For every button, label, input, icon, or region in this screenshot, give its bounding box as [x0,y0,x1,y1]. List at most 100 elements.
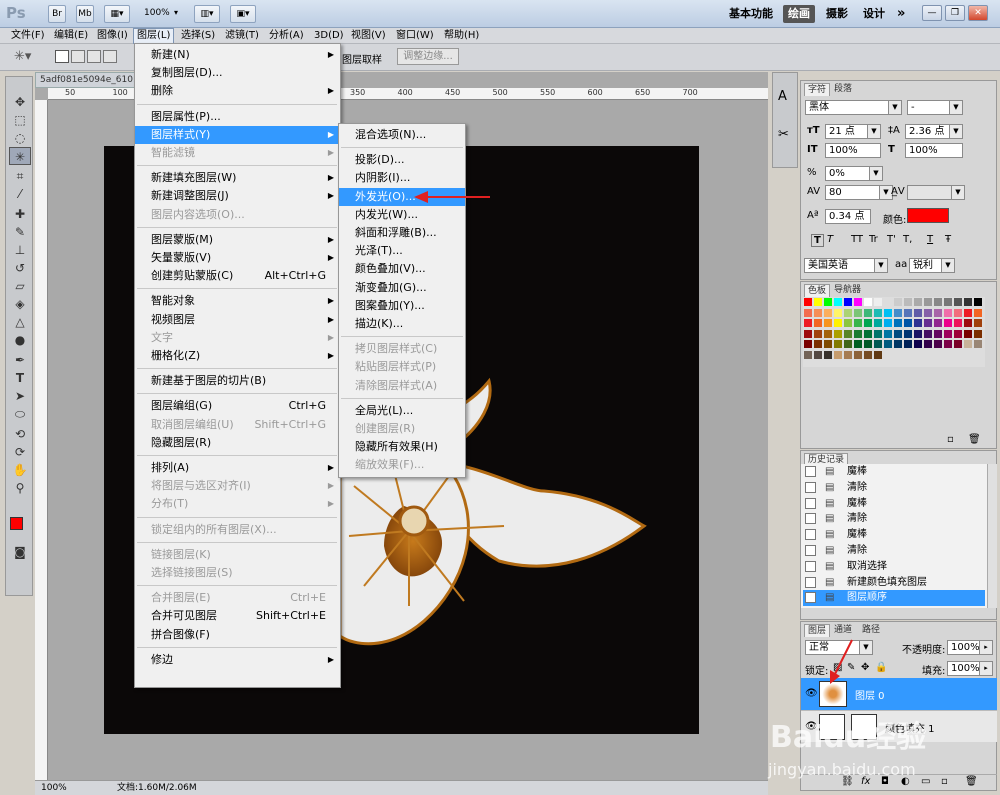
color-swatch[interactable] [804,308,812,317]
layer-menu-item[interactable]: 图层属性(P)... [135,108,340,126]
color-swatch[interactable] [914,319,922,327]
color-swatch[interactable] [804,340,812,348]
layer-style-item[interactable]: 混合选项(N)... [339,126,465,144]
layer-name[interactable]: 图层 0 [855,687,885,702]
color-swatch[interactable] [824,319,832,327]
layer-menu-item[interactable]: 选择链接图层(S) [135,564,340,582]
vertical-scale-field[interactable]: 100% [825,143,881,158]
menu-filter[interactable]: 滤镜(T) [222,28,262,44]
crop-tool-icon[interactable]: ⌗ [9,167,31,185]
path-selection-tool-icon[interactable]: ➤ [9,387,31,405]
layer-style-item[interactable]: 内阴影(I)... [339,169,465,187]
color-swatch[interactable] [944,298,952,306]
tab-character[interactable]: 字符 [804,83,831,96]
layer-style-item[interactable]: 缩放效果(F)... [339,456,465,474]
intersect-selection-icon[interactable] [103,50,117,63]
color-swatch[interactable] [924,308,932,317]
layer-menu-item[interactable]: 图层蒙版(M) ▶ [135,231,340,249]
color-swatch[interactable] [854,340,862,348]
new-group-icon[interactable]: ▭ [921,776,930,787]
color-swatch[interactable] [864,308,872,317]
color-swatch[interactable] [814,350,822,359]
color-swatch[interactable] [834,298,842,306]
layer-style-item[interactable]: 创建图层(R) [339,420,465,438]
color-swatch[interactable] [954,319,962,327]
layer-menu-item[interactable]: 合并图层(E) Ctrl+E [135,589,340,607]
layer-style-item[interactable]: 图案叠加(Y)... [339,297,465,315]
color-swatch[interactable] [844,340,852,348]
faux-bold-button[interactable]: T [811,234,824,247]
color-swatch[interactable] [894,308,902,317]
color-swatch[interactable] [974,340,982,348]
eye-icon[interactable]: 👁 [805,688,818,699]
tools-panel-icon[interactable]: ✂ [778,127,789,142]
color-swatch[interactable] [864,329,872,338]
layer-menu-item[interactable]: 创建剪贴蒙版(C) Alt+Ctrl+G [135,267,340,285]
kerning-pair-field[interactable]: ▼ [907,185,965,200]
move-tool-icon[interactable]: ✥ [9,93,31,111]
color-swatch[interactable] [894,329,902,338]
color-swatch[interactable] [944,340,952,348]
clone-stamp-tool-icon[interactable]: ⊥ [9,241,31,259]
color-swatch[interactable] [804,319,812,327]
layer-menu-item[interactable]: 新建(N) ▶ [135,46,340,64]
history-item[interactable]: ▤ 清除 [803,511,985,527]
tab-channels[interactable]: 通道 [831,624,855,637]
new-layer-icon[interactable]: ▫ [941,776,948,787]
color-swatch[interactable] [964,329,972,338]
sample-all-layers-label[interactable]: 图层取样 [342,51,382,66]
tab-swatches[interactable]: 色板 [804,284,831,297]
color-swatch[interactable] [874,329,882,338]
dodge-tool-icon[interactable]: ● [9,331,31,349]
bridge-button[interactable]: Br [48,5,66,23]
color-swatch[interactable] [894,319,902,327]
layer-menu-item[interactable]: 图层编组(G) Ctrl+G [135,397,340,415]
color-swatch[interactable] [964,319,972,327]
layer-menu-item[interactable]: 锁定组内的所有图层(X)... [135,521,340,539]
brush-tool-icon[interactable]: ✎ [9,223,31,241]
color-swatch[interactable] [954,329,962,338]
color-swatch[interactable] [834,350,842,359]
font-size-field[interactable]: 21 点 ▼ [825,124,881,139]
layer-menu-item[interactable]: 矢量蒙版(V) ▶ [135,249,340,267]
color-swatch[interactable] [934,340,942,348]
restore-icon[interactable]: ❐ [945,5,965,21]
lock-position-icon[interactable]: ✥ [861,662,869,673]
color-swatch[interactable] [854,298,862,306]
baseline-shift-field[interactable]: 0.34 点 [825,209,871,224]
color-swatch[interactable] [814,329,822,338]
strikethrough-button[interactable]: Ŧ [945,234,951,245]
layer-menu-item[interactable]: 分布(T) ▶ [135,495,340,513]
color-swatch[interactable] [974,298,982,306]
layer-menu-item[interactable]: 拼合图像(F) [135,626,340,644]
eyedropper-tool-icon[interactable]: ⁄ [9,185,31,203]
color-swatch[interactable] [884,329,892,338]
history-snapshot-checkbox[interactable] [805,529,816,541]
menu-select[interactable]: 选择(S) [178,28,218,44]
color-swatch[interactable] [814,340,822,348]
color-swatch[interactable] [844,308,852,317]
subtract-selection-icon[interactable] [87,50,101,63]
color-swatch[interactable] [934,329,942,338]
pen-tool-icon[interactable]: ✒ [9,351,31,369]
history-snapshot-checkbox[interactable] [805,497,816,509]
blur-tool-icon[interactable]: △ [9,313,31,331]
color-swatch[interactable] [844,350,852,359]
text-color-swatch[interactable] [907,208,949,223]
color-swatch[interactable] [904,340,912,348]
zoom-level[interactable]: 100% [144,8,170,18]
color-swatch[interactable] [834,308,842,317]
3d-rotate-tool-icon[interactable]: ⟲ [9,425,31,443]
menu-window[interactable]: 窗口(W) [393,28,437,44]
history-brush-tool-icon[interactable]: ↺ [9,259,31,277]
layer-menu-item[interactable]: 将图层与选区对齐(I) ▶ [135,477,340,495]
layer-menu-item[interactable]: 隐藏图层(R) [135,434,340,452]
delete-layer-icon[interactable]: 🗑 [965,776,978,787]
arrange-documents-button[interactable]: ▥▾ [194,5,220,23]
faux-italic-button[interactable]: T [827,234,833,245]
history-item[interactable]: ▤ 魔棒 [803,527,985,543]
color-swatch[interactable] [874,340,882,348]
history-item[interactable]: ▤ 新建颜色填充图层 [803,575,985,591]
color-swatch[interactable] [864,298,872,306]
menu-3d[interactable]: 3D(D) [311,28,347,44]
